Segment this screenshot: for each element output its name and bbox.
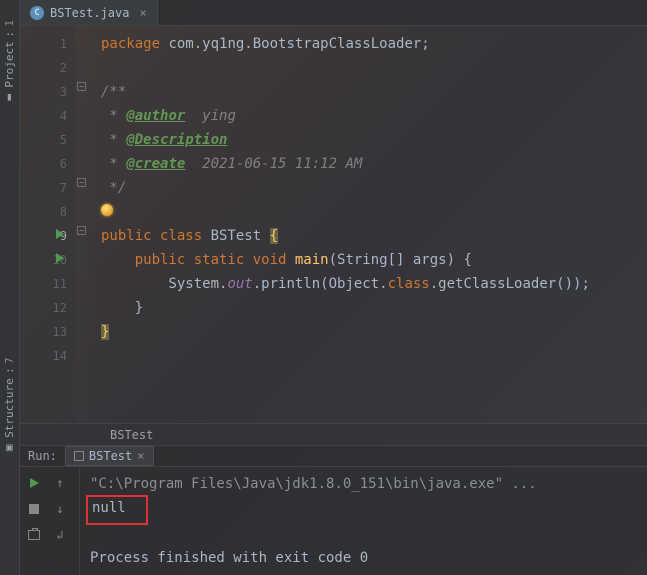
left-tool-strip: ▮ Project : 1 ▣ Structure : 7 bbox=[0, 0, 20, 575]
run-line-icon[interactable] bbox=[56, 253, 64, 263]
down-button[interactable]: ↓ bbox=[50, 499, 70, 519]
run-header: Run: BSTest × bbox=[20, 446, 647, 467]
highlighted-output: null bbox=[86, 495, 148, 525]
file-tab-bstest[interactable]: C BSTest.java × bbox=[20, 0, 158, 25]
file-tab-label: BSTest.java bbox=[50, 6, 129, 20]
stop-button[interactable] bbox=[24, 499, 44, 519]
console-exit-line: Process finished with exit code 0 bbox=[90, 550, 368, 566]
app-icon bbox=[74, 451, 84, 461]
fold-toggle-icon[interactable]: − bbox=[77, 178, 86, 187]
code-area[interactable]: package com.yq1ng.BootstrapClassLoader; … bbox=[89, 26, 647, 423]
structure-icon: ▣ bbox=[3, 442, 16, 455]
run-toolwindow: Run: BSTest × ↑ ↓ ↲ "C:\Program Files\Ja… bbox=[20, 445, 647, 575]
folder-icon: ▮ bbox=[3, 92, 16, 105]
run-tab-label: BSTest bbox=[89, 449, 132, 463]
console-command: "C:\Program Files\Java\jdk1.8.0_151\bin\… bbox=[90, 476, 537, 492]
softwrap-button[interactable]: ↲ bbox=[50, 525, 70, 545]
screenshot-button[interactable] bbox=[24, 525, 44, 545]
editor-tabbar: C BSTest.java × bbox=[20, 0, 647, 26]
sidebar-tab-structure[interactable]: ▣ Structure : 7 bbox=[3, 357, 16, 455]
close-icon[interactable]: × bbox=[139, 6, 146, 20]
sidebar-tab-label: Project bbox=[3, 41, 16, 87]
line-number-gutter: 1 2 3 4 5 6 7 8 9 10 11 12 13 14 bbox=[20, 26, 75, 423]
play-icon bbox=[30, 478, 39, 488]
fold-toggle-icon[interactable]: − bbox=[77, 226, 86, 235]
java-class-icon: C bbox=[30, 6, 44, 20]
run-toolbar: ↑ ↓ ↲ bbox=[20, 467, 80, 575]
rerun-button[interactable] bbox=[24, 473, 44, 493]
up-button[interactable]: ↑ bbox=[50, 473, 70, 493]
run-line-icon[interactable] bbox=[56, 229, 64, 239]
camera-icon bbox=[28, 530, 40, 540]
fold-toggle-icon[interactable]: − bbox=[77, 82, 86, 91]
intention-bulb-icon[interactable] bbox=[101, 204, 113, 216]
sidebar-tab-label: Structure bbox=[3, 378, 16, 438]
code-editor[interactable]: 1 2 3 4 5 6 7 8 9 10 11 12 13 14 − − − p… bbox=[20, 26, 647, 423]
console-output[interactable]: "C:\Program Files\Java\jdk1.8.0_151\bin\… bbox=[80, 467, 647, 575]
fold-gutter: − − − bbox=[75, 26, 89, 423]
close-icon[interactable]: × bbox=[137, 449, 144, 463]
breadcrumb[interactable]: BSTest bbox=[20, 423, 647, 445]
run-config-tab[interactable]: BSTest × bbox=[65, 446, 154, 466]
down-arrow-icon: ↓ bbox=[56, 502, 63, 516]
wrap-icon: ↲ bbox=[56, 528, 63, 542]
stop-icon bbox=[29, 504, 39, 514]
run-label: Run: bbox=[28, 449, 57, 463]
sidebar-tab-index: 1 bbox=[3, 20, 16, 27]
sidebar-tab-index: 7 bbox=[3, 357, 16, 364]
up-arrow-icon: ↑ bbox=[56, 476, 63, 490]
sidebar-tab-project[interactable]: ▮ Project : 1 bbox=[3, 20, 16, 105]
